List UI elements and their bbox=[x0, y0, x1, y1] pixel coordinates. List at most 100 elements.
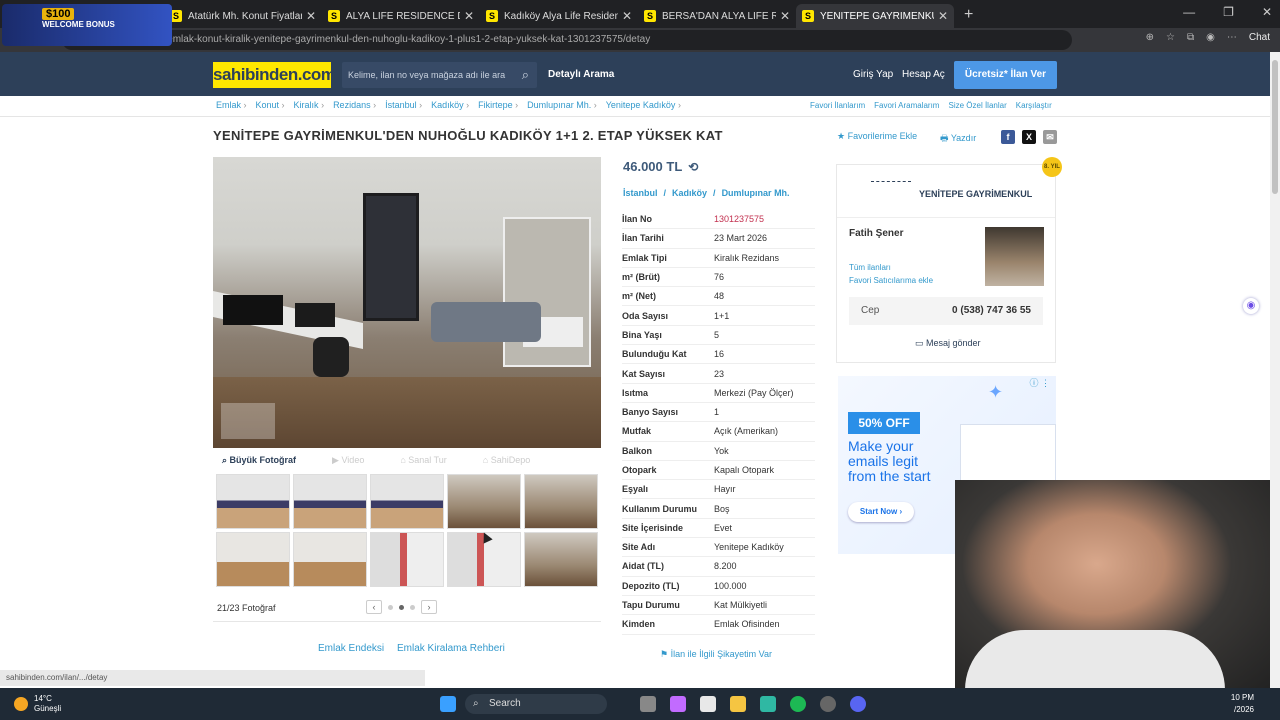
user-link[interactable]: Size Özel İlanlar bbox=[948, 101, 1006, 110]
scrollbar[interactable] bbox=[1270, 52, 1280, 688]
breadcrumb-item[interactable]: Yenitepe Kadıköy bbox=[606, 100, 681, 110]
windows-start-icon[interactable] bbox=[440, 696, 456, 712]
fav-seller-link[interactable]: Favori Satıcılarıma ekle bbox=[849, 276, 933, 285]
minimize-icon[interactable]: — bbox=[1183, 5, 1195, 19]
page-dot[interactable] bbox=[410, 604, 415, 610]
taskbar-search[interactable]: ⌕ Search bbox=[465, 694, 607, 714]
spotify-icon[interactable] bbox=[790, 696, 806, 712]
weather-widget[interactable]: 14°C Güneşli bbox=[14, 694, 61, 714]
facebook-icon[interactable]: f bbox=[1001, 130, 1015, 144]
taskview-icon[interactable] bbox=[640, 696, 656, 712]
all-ads-link[interactable]: Tüm ilanları bbox=[849, 263, 891, 272]
page-dot[interactable] bbox=[388, 604, 393, 610]
tab-close-icon[interactable]: ✕ bbox=[622, 9, 632, 23]
location-link[interactable]: Dumlupınar Mh. bbox=[722, 188, 790, 198]
folder-icon[interactable] bbox=[730, 696, 746, 712]
browser-tab[interactable]: S ALYA LİFE RESİDENCE DE 3 METRE ✕ bbox=[322, 4, 480, 28]
store-name[interactable]: YENİTEPE GAYRİMENKUL bbox=[919, 189, 1032, 199]
discord-icon[interactable] bbox=[850, 696, 866, 712]
price-history-icon[interactable]: ⟲ bbox=[688, 160, 698, 174]
thumbnail[interactable] bbox=[524, 474, 598, 529]
tab-label: BERSA'DAN ALYA LİFE RESİDENCE bbox=[662, 10, 776, 22]
spec-label: İlan No bbox=[622, 214, 653, 225]
emlak-endeksi-link[interactable]: Emlak Endeksi bbox=[318, 643, 384, 654]
complaint-link[interactable]: ⚑ İlan ile İlgili Şikayetim Var bbox=[660, 649, 772, 660]
spec-label: Tapu Durumu bbox=[622, 600, 680, 611]
assistant-icon[interactable]: ◉ bbox=[1243, 298, 1259, 314]
browser-tab[interactable]: SAtatürk Mh. Konut Fiyatları sahibin✕ bbox=[164, 4, 322, 28]
user-link[interactable]: Karşılaştır bbox=[1016, 101, 1052, 110]
scrollbar-thumb[interactable] bbox=[1272, 60, 1278, 194]
extensions-icon[interactable]: ⧉ bbox=[1187, 32, 1194, 43]
settings-icon[interactable] bbox=[820, 696, 836, 712]
spec-value: Yenitepe Kadıköy bbox=[714, 542, 784, 553]
main-photo[interactable] bbox=[213, 157, 601, 448]
profile-icon[interactable]: ◉ bbox=[1206, 32, 1215, 43]
edge-icon[interactable] bbox=[760, 696, 776, 712]
site-logo[interactable]: sahibinden.com bbox=[213, 62, 336, 88]
tab-close-icon[interactable]: ✕ bbox=[780, 9, 790, 23]
chat-button[interactable]: Chat bbox=[1249, 32, 1270, 43]
copilot-icon[interactable] bbox=[670, 696, 686, 712]
location-link[interactable]: Kadıköy bbox=[672, 188, 707, 198]
spec-label: İlan Tarihi bbox=[622, 233, 664, 244]
user-link[interactable]: Favori Aramalarım bbox=[874, 101, 939, 110]
x-icon[interactable]: X bbox=[1022, 130, 1036, 144]
maximize-icon[interactable]: ❐ bbox=[1223, 5, 1234, 19]
thumbnail[interactable] bbox=[370, 474, 444, 529]
breadcrumb-item[interactable]: Emlak bbox=[216, 100, 247, 110]
breadcrumb-item[interactable]: Kadıköy bbox=[431, 100, 469, 110]
clock[interactable]: 10 PM/2026 bbox=[1231, 692, 1254, 716]
ad-headline: Make your emails legit from the start bbox=[848, 438, 931, 484]
star-icon[interactable]: ☆ bbox=[1166, 32, 1175, 43]
thumbnail[interactable] bbox=[447, 474, 521, 529]
store-icon[interactable] bbox=[700, 696, 716, 712]
breadcrumb-item[interactable]: Fikirtepe bbox=[478, 100, 518, 110]
page-dot-active[interactable] bbox=[399, 604, 404, 610]
phone-number[interactable]: 0 (538) 747 36 55 bbox=[952, 297, 1031, 325]
close-icon[interactable]: ✕ bbox=[1262, 5, 1272, 19]
send-message-link[interactable]: ▭ Mesaj gönder bbox=[915, 338, 981, 349]
post-ad-button[interactable]: Ücretsiz* İlan Ver bbox=[954, 61, 1057, 89]
detailed-search-link[interactable]: Detaylı Arama bbox=[548, 69, 614, 80]
search-input[interactable]: Kelime, ilan no veya mağaza adı ile ara … bbox=[342, 62, 537, 88]
thumbnail[interactable] bbox=[524, 532, 598, 587]
breadcrumb-item[interactable]: Dumlupınar Mh. bbox=[527, 100, 597, 110]
thumbnail[interactable] bbox=[293, 532, 367, 587]
url-field[interactable]: sahibinden.com/ilan/emlak-konut-kiralik-… bbox=[62, 30, 1072, 50]
login-link[interactable]: Giriş Yap bbox=[853, 69, 893, 80]
breadcrumb-item[interactable]: Konut bbox=[256, 100, 285, 110]
spec-label: Depozito (TL) bbox=[622, 580, 680, 591]
register-link[interactable]: Hesap Aç bbox=[902, 69, 945, 80]
big-photo-tab[interactable]: ⌕ Büyük Fotoğraf bbox=[222, 455, 296, 466]
tab-close-icon[interactable]: ✕ bbox=[306, 9, 316, 23]
new-tab-button[interactable]: + bbox=[964, 4, 973, 28]
breadcrumb-item[interactable]: Rezidans bbox=[333, 100, 376, 110]
thumbnail[interactable] bbox=[293, 474, 367, 529]
thumbnail[interactable] bbox=[216, 474, 290, 529]
thumbnail[interactable] bbox=[216, 532, 290, 587]
prev-page-icon[interactable]: ‹ bbox=[366, 600, 382, 614]
location-link[interactable]: İstanbul bbox=[623, 188, 658, 198]
thumbnail[interactable] bbox=[370, 532, 444, 587]
browser-tab[interactable]: S Kadıköy Alya Life Residence Feraha ✕ bbox=[480, 4, 638, 28]
breadcrumb-item[interactable]: İstanbul bbox=[385, 100, 422, 110]
browser-tab[interactable]: S YENİTEPE GAYRİMENKUL'DEN NUH ✕ bbox=[796, 4, 954, 28]
store-logo[interactable] bbox=[871, 181, 911, 209]
zoom-icon[interactable]: ⊕ bbox=[1146, 32, 1154, 43]
phone-row: Cep 0 (538) 747 36 55 bbox=[849, 297, 1043, 325]
breadcrumb-item[interactable]: Kiralık bbox=[294, 100, 325, 110]
menu-icon[interactable]: ⋯ bbox=[1227, 32, 1237, 43]
ad-info-icon[interactable]: ⓘ ⋮ bbox=[1029, 376, 1050, 389]
kiralama-rehberi-link[interactable]: Emlak Kiralama Rehberi bbox=[397, 643, 505, 654]
email-icon[interactable]: ✉ bbox=[1043, 130, 1057, 144]
browser-tab[interactable]: S BERSA'DAN ALYA LİFE RESİDENCE ✕ bbox=[638, 4, 796, 28]
user-link[interactable]: Favori İlanlarım bbox=[810, 101, 865, 110]
add-favorite-link[interactable]: ★ Favorilerime Ekle bbox=[837, 131, 917, 142]
tab-close-icon[interactable]: ✕ bbox=[938, 9, 948, 23]
next-page-icon[interactable]: › bbox=[421, 600, 437, 614]
search-icon[interactable]: ⌕ bbox=[522, 62, 529, 88]
ad-cta-button[interactable]: Start Now › bbox=[848, 502, 914, 522]
tab-close-icon[interactable]: ✕ bbox=[464, 9, 474, 23]
print-link[interactable]: 🖶 Yazdır bbox=[940, 131, 976, 147]
